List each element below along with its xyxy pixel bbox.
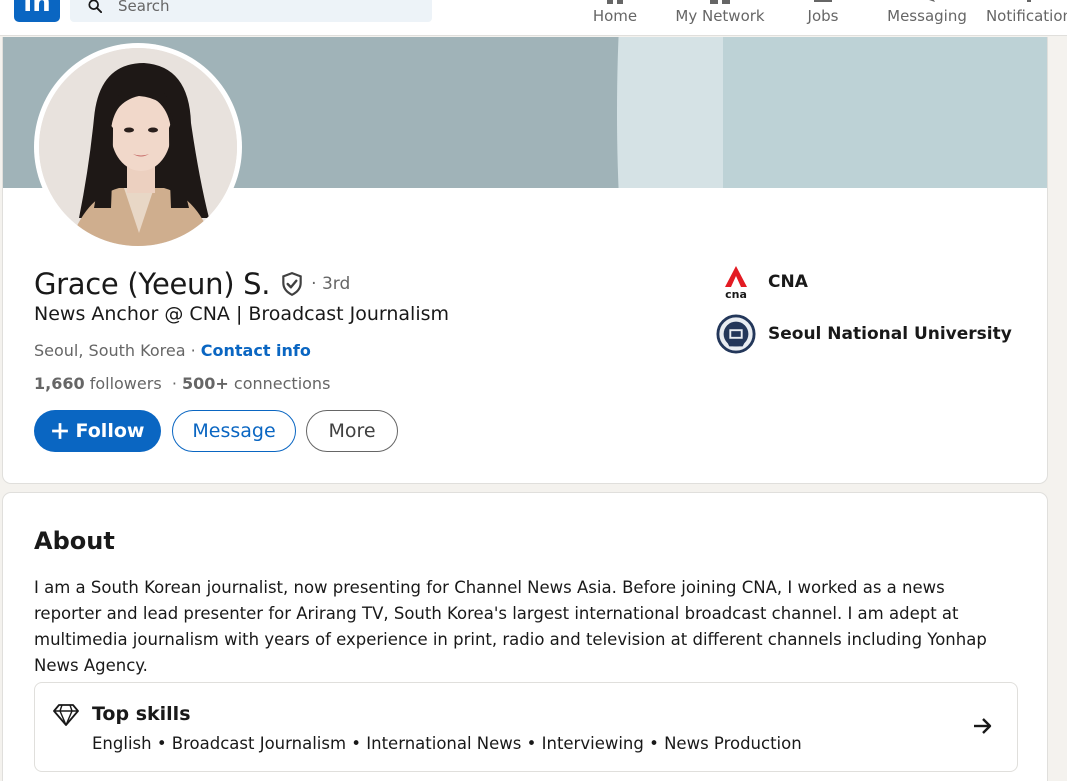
profile-headline: News Anchor @ CNA | Broadcast Journalism: [34, 303, 450, 325]
top-skills-title: Top skills: [92, 703, 191, 725]
nav-home[interactable]: Home: [580, 0, 650, 36]
nav-messaging[interactable]: Messaging: [884, 0, 970, 36]
contact-info-link[interactable]: Contact info: [201, 341, 311, 360]
avatar[interactable]: [34, 43, 242, 251]
message-button[interactable]: Message: [172, 410, 296, 452]
more-button[interactable]: More: [306, 410, 398, 452]
profile-name: Grace (Yeeun) S.: [34, 267, 271, 301]
location-row: Seoul, South Korea · Contact info: [34, 341, 311, 360]
message-icon: [929, 0, 935, 2]
search-bar[interactable]: [70, 0, 432, 22]
svg-text:cna: cna: [725, 288, 747, 299]
connections-link[interactable]: 500+ connections: [182, 374, 330, 393]
search-icon: [88, 0, 102, 13]
follow-button[interactable]: Follow: [34, 410, 161, 452]
nav-notifications[interactable]: Notification: [984, 0, 1067, 36]
followers-link[interactable]: 1,660 followers: [34, 374, 162, 393]
org-snu-name: Seoul National University: [768, 324, 1012, 344]
plus-icon: [51, 423, 68, 439]
network-icon: [710, 0, 730, 4]
org-cna[interactable]: cna CNA: [716, 262, 808, 302]
org-snu[interactable]: Seoul National University: [716, 314, 1012, 354]
profile-photo: [39, 48, 237, 246]
linkedin-logo[interactable]: in: [14, 0, 60, 22]
nav-my-network[interactable]: My Network: [672, 0, 768, 36]
profile-card: Grace (Yeeun) S. · 3rd News Anchor @ CNA…: [2, 37, 1048, 484]
diamond-icon: [53, 704, 79, 726]
about-text: I am a South Korean journalist, now pres…: [34, 578, 987, 675]
cna-logo: cna: [716, 262, 756, 302]
snu-logo: [716, 314, 756, 354]
connection-degree: · 3rd: [311, 274, 351, 294]
about-section: About I am a South Korean journalist, no…: [2, 492, 1048, 781]
top-nav: in Home My Network Jobs Messaging Notifi…: [0, 0, 1067, 36]
home-icon: [607, 0, 623, 4]
briefcase-icon: [814, 0, 832, 2]
top-skills-card[interactable]: Top skills English • Broadcast Journalis…: [34, 682, 1018, 772]
verified-shield-icon[interactable]: [279, 271, 305, 297]
profile-location: Seoul, South Korea: [34, 341, 186, 360]
org-cna-name: CNA: [768, 272, 808, 292]
nav-jobs[interactable]: Jobs: [796, 0, 850, 36]
bell-icon: [1027, 0, 1031, 2]
search-input[interactable]: [118, 0, 418, 16]
name-row: Grace (Yeeun) S. · 3rd: [34, 264, 350, 304]
top-skills-list: English • Broadcast Journalism • Interna…: [92, 734, 802, 753]
arrow-right-icon[interactable]: [973, 717, 993, 735]
stats-row: 1,660 followers · 500+ connections: [34, 374, 331, 393]
about-title: About: [34, 527, 115, 555]
